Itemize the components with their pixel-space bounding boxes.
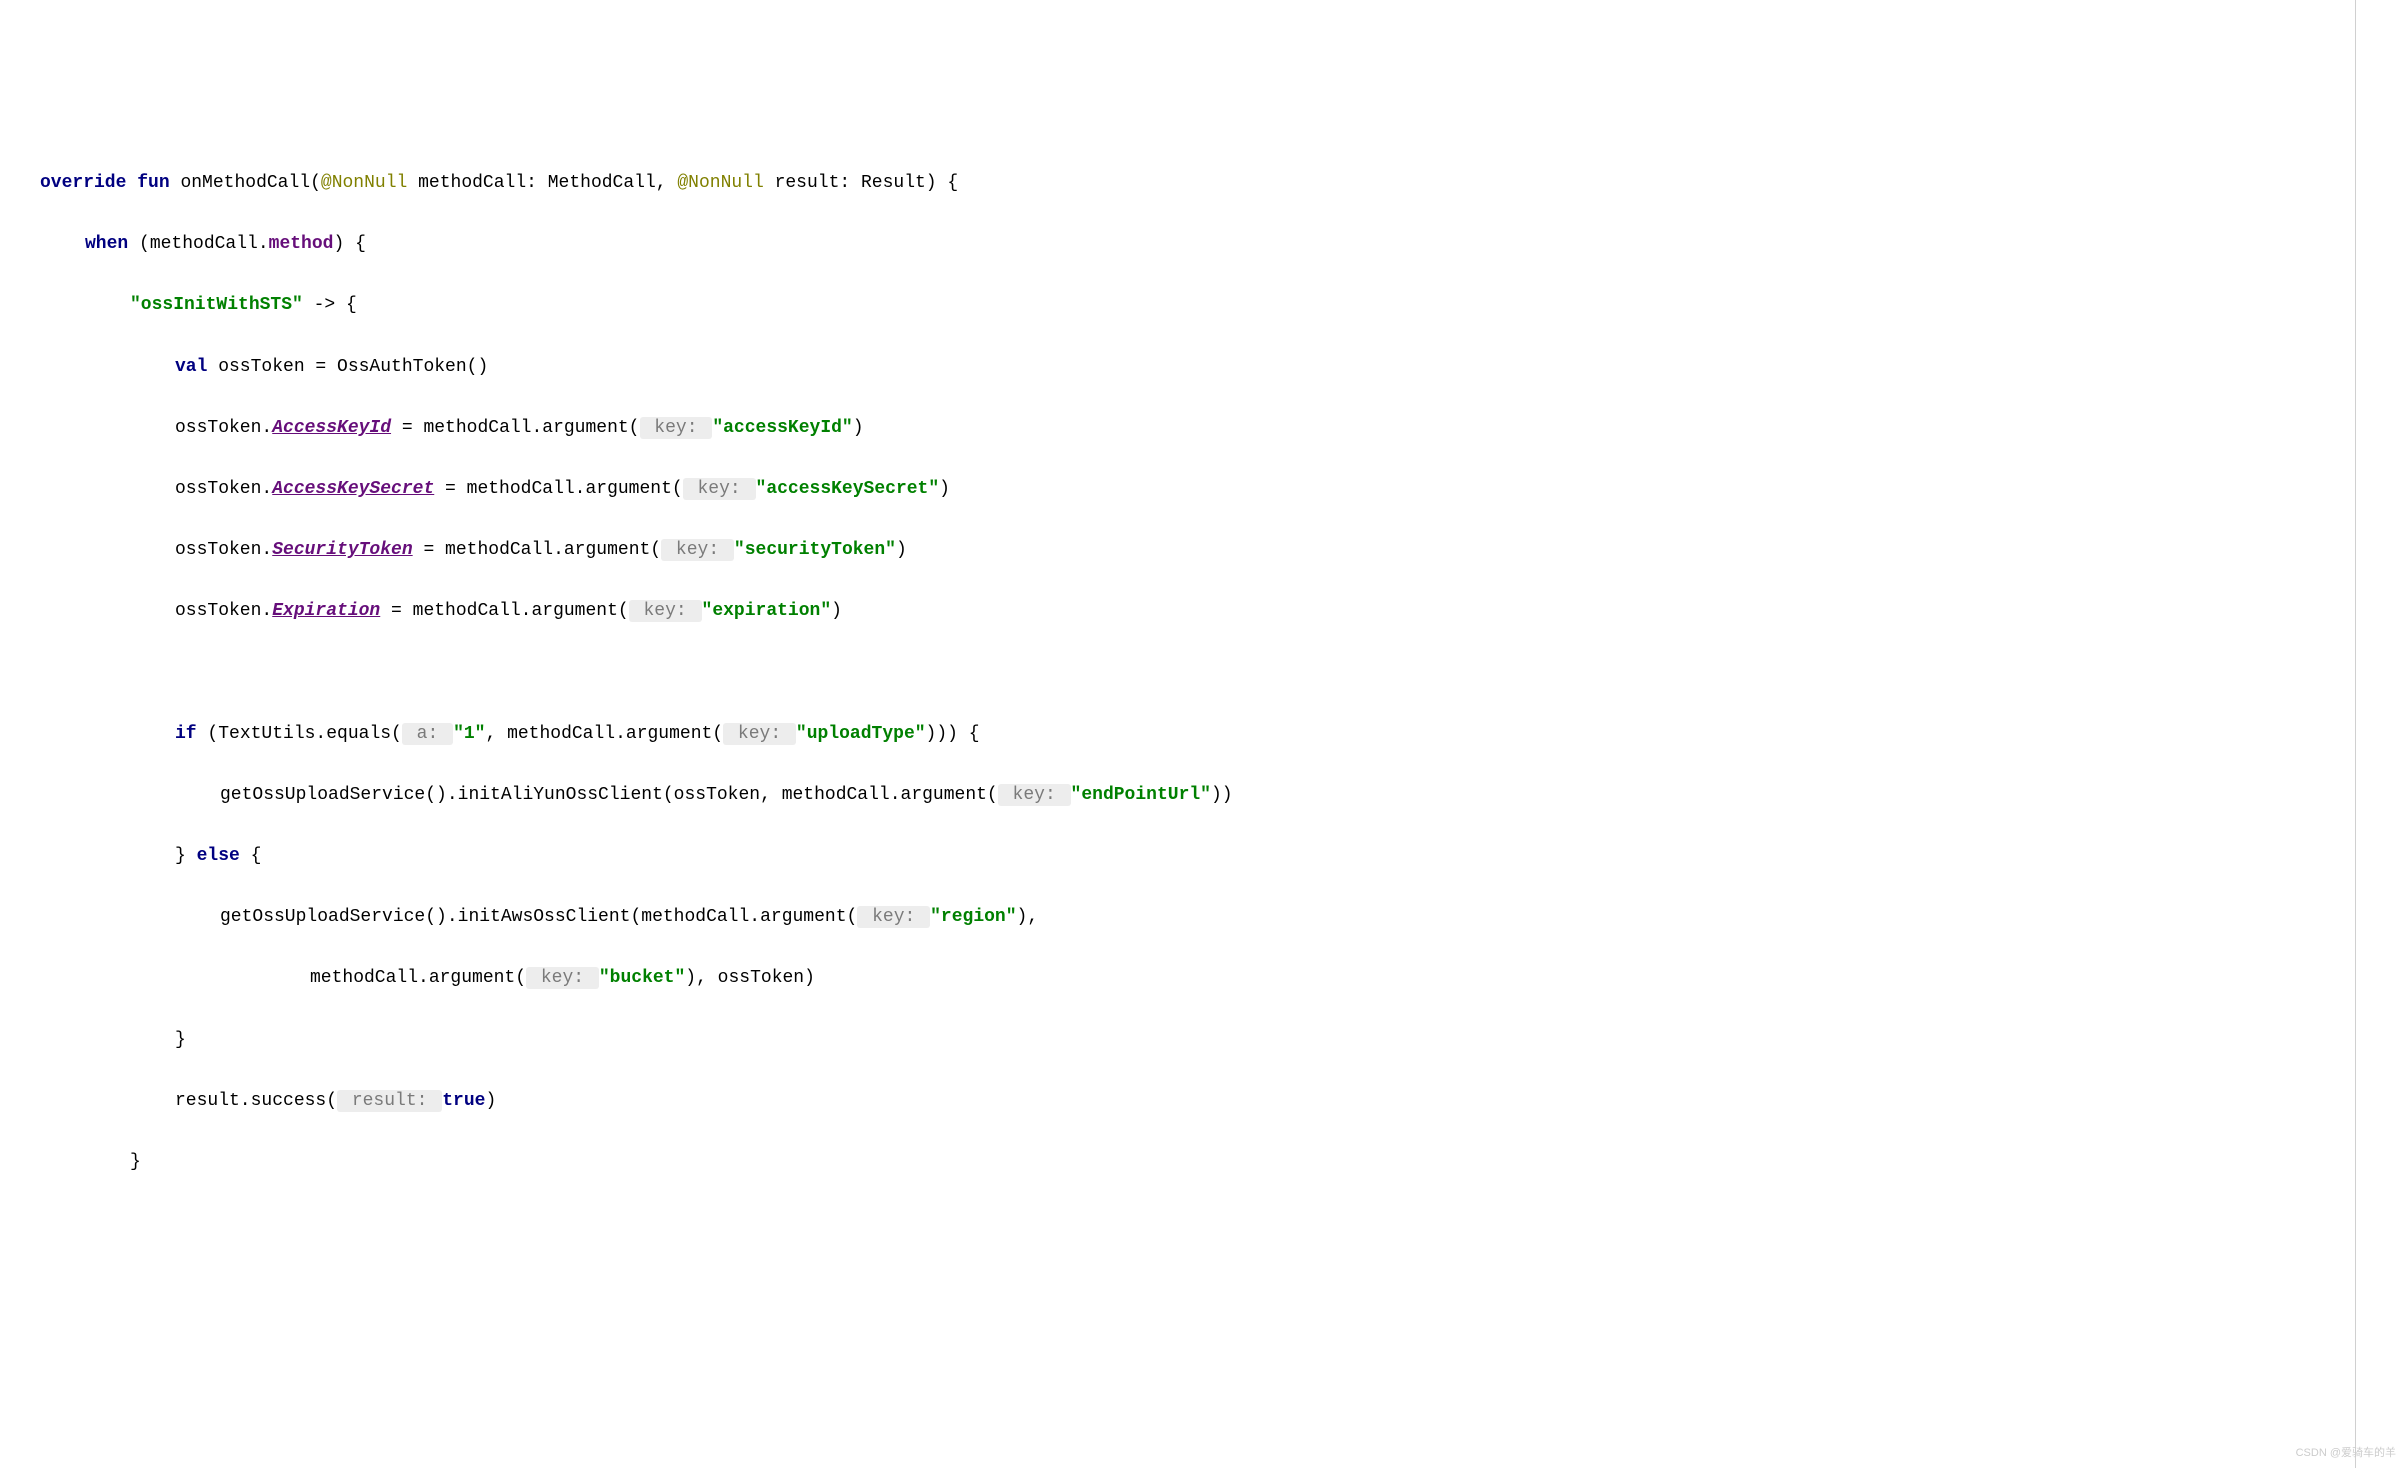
code-line: ossToken.AccessKeyId = methodCall.argume… <box>20 413 2386 444</box>
string-literal: "ossInitWithSTS" <box>130 295 303 315</box>
code-line: getOssUploadService().initAliYunOssClien… <box>20 780 2386 811</box>
param: methodCall: MethodCall, <box>407 173 677 193</box>
watermark-text: CSDN @爱骑车的羊 <box>2296 1444 2396 1463</box>
code-line: "ossInitWithSTS" -> { <box>20 290 2386 321</box>
hint-label: key: <box>661 539 734 561</box>
code-line: override fun onMethodCall(@NonNull metho… <box>20 168 2386 199</box>
hint-label: key: <box>629 600 702 622</box>
annotation: @NonNull <box>677 173 763 193</box>
hint-label: key: <box>998 784 1071 806</box>
method-name: onMethodCall <box>180 173 310 193</box>
keyword-else: else <box>197 846 240 866</box>
string-literal: "uploadType" <box>796 724 926 744</box>
code-line: } else { <box>20 841 2386 872</box>
code-line: methodCall.argument( key: "bucket"), oss… <box>20 963 2386 994</box>
code-line: result.success( result: true) <box>20 1086 2386 1117</box>
boolean-literal: true <box>442 1091 485 1111</box>
empty-line <box>20 657 2386 688</box>
margin-guide-line <box>2355 0 2356 1468</box>
code-line: val ossToken = OssAuthToken() <box>20 352 2386 383</box>
string-literal: "endPointUrl" <box>1071 785 1211 805</box>
code-line: ossToken.AccessKeySecret = methodCall.ar… <box>20 474 2386 505</box>
string-literal: "1" <box>453 724 485 744</box>
code-line: getOssUploadService().initAwsOssClient(m… <box>20 902 2386 933</box>
string-literal: "expiration" <box>702 601 832 621</box>
hint-label: key: <box>526 967 599 989</box>
hint-label: key: <box>683 478 756 500</box>
hint-label: key: <box>723 723 796 745</box>
code-line: } <box>20 1147 2386 1178</box>
string-literal: "securityToken" <box>734 540 896 560</box>
property: AccessKeySecret <box>272 479 434 499</box>
hint-label: key: <box>640 417 713 439</box>
keyword-when: when <box>85 234 128 254</box>
code-line: if (TextUtils.equals( a: "1", methodCall… <box>20 719 2386 750</box>
property: Expiration <box>272 601 380 621</box>
code-line: ossToken.SecurityToken = methodCall.argu… <box>20 535 2386 566</box>
string-literal: "region" <box>930 907 1016 927</box>
keyword-val: val <box>175 357 207 377</box>
code-line: when (methodCall.method) { <box>20 229 2386 260</box>
string-literal: "accessKeyId" <box>712 418 852 438</box>
keyword-override: override <box>40 173 126 193</box>
keyword-fun: fun <box>137 173 169 193</box>
code-line: ossToken.Expiration = methodCall.argumen… <box>20 596 2386 627</box>
property: method <box>269 234 334 254</box>
hint-label: key: <box>857 906 930 928</box>
annotation: @NonNull <box>321 173 407 193</box>
hint-label: a: <box>402 723 453 745</box>
hint-label: result: <box>337 1090 442 1112</box>
code-line: } <box>20 1025 2386 1056</box>
string-literal: "bucket" <box>599 968 685 988</box>
property: AccessKeyId <box>272 418 391 438</box>
param: result: Result) { <box>764 173 958 193</box>
string-literal: "accessKeySecret" <box>756 479 940 499</box>
code-editor: override fun onMethodCall(@NonNull metho… <box>20 137 2386 1208</box>
keyword-if: if <box>175 724 197 744</box>
property: SecurityToken <box>272 540 412 560</box>
